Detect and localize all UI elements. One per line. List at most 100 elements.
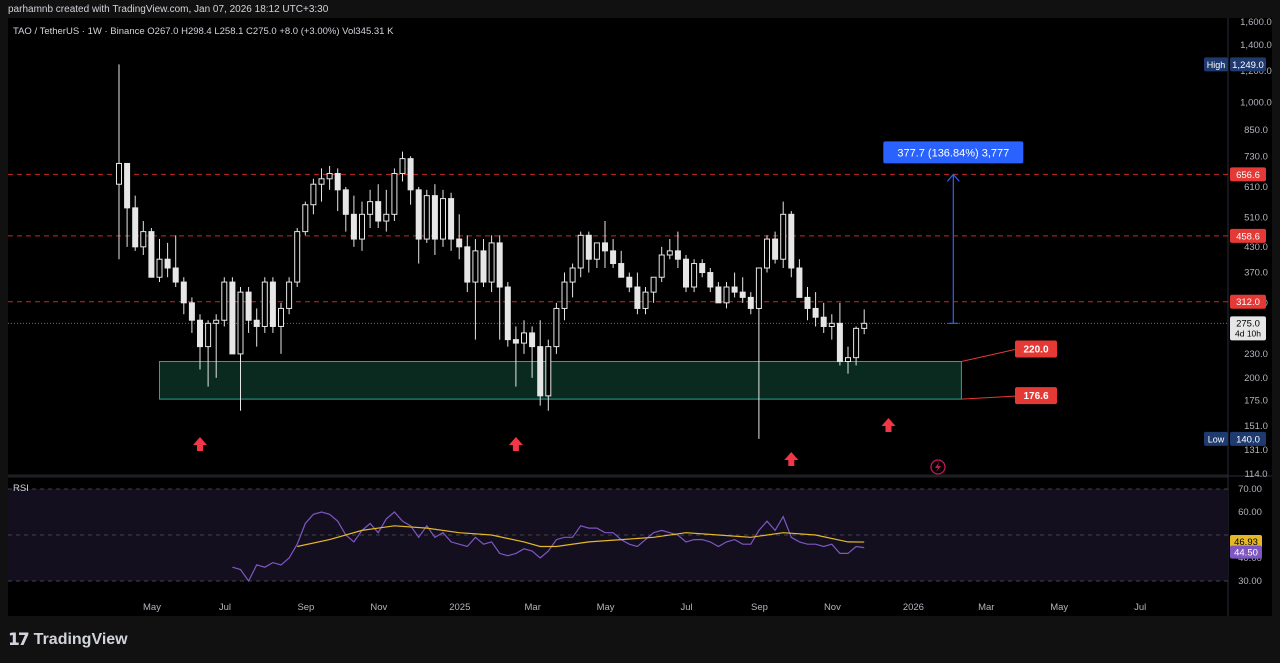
candle-body — [180, 281, 187, 304]
candle-body — [796, 267, 803, 298]
candle-body — [221, 281, 228, 321]
time-axis-label: 2025 — [449, 602, 470, 613]
candle-body — [261, 281, 268, 327]
candle-body — [715, 286, 722, 304]
candle-body — [423, 195, 430, 240]
candle-body — [577, 234, 584, 269]
candle-body — [634, 286, 641, 309]
price-tick-label: 610.0 — [1244, 182, 1268, 193]
price-tick-label: 510.0 — [1244, 213, 1268, 224]
time-axis-label: Mar — [525, 602, 541, 613]
candle-body — [496, 242, 503, 288]
candle-body — [602, 242, 608, 252]
candle-body — [780, 213, 787, 260]
candle-body — [431, 195, 438, 240]
candle-body — [156, 258, 163, 278]
candle-body — [674, 250, 681, 260]
price-tick-label: 370.0 — [1244, 268, 1268, 279]
price-tick-label: 151.0 — [1244, 421, 1268, 432]
candle-body — [172, 267, 179, 283]
level-badge-text: 656.6 — [1236, 170, 1260, 181]
candle-body — [164, 258, 171, 269]
candle-body — [229, 281, 236, 355]
candle-body — [504, 286, 511, 341]
candle-body — [764, 238, 770, 269]
candle-body — [666, 250, 673, 256]
candle-body — [148, 231, 155, 278]
tradingview-logo: 𝟭𝟳 TradingView — [8, 630, 128, 650]
rsi-value: 44.50 — [1234, 548, 1258, 559]
candle-body — [286, 281, 293, 309]
candle-body — [788, 213, 795, 269]
candle-body — [861, 322, 868, 329]
time-axis-label: Sep — [751, 602, 768, 613]
candle-body — [302, 204, 309, 233]
candle-body — [707, 272, 714, 288]
candle-body — [326, 173, 333, 180]
candle-body — [683, 258, 689, 288]
candle-body — [245, 291, 252, 321]
candle-body — [197, 319, 203, 348]
candle-body — [205, 322, 212, 348]
time-axis-label: May — [143, 602, 161, 613]
candle-body — [828, 322, 835, 327]
candle-body — [739, 291, 746, 298]
price-tick-label: 114.0 — [1244, 469, 1267, 480]
candle-body — [804, 296, 811, 309]
high-badge-value-text: 1,249.0 — [1232, 60, 1264, 71]
price-tick-label: 430.0 — [1244, 242, 1268, 253]
price-tick-label: 200.0 — [1244, 373, 1268, 384]
low-badge-value-text: 140.0 — [1236, 434, 1260, 445]
candle-body — [253, 319, 260, 327]
candle-body — [658, 254, 665, 278]
candle-body — [529, 332, 536, 348]
candle-body — [650, 276, 657, 293]
low-badge-tag-text: Low — [1208, 434, 1225, 444]
time-axis-label: Jul — [219, 602, 231, 613]
time-axis-label: May — [1050, 602, 1068, 613]
time-axis-label: Mar — [978, 602, 994, 613]
tradingview-logo-icon: 𝟭𝟳 — [8, 630, 30, 649]
price-tick-label: 1,000.0 — [1240, 97, 1272, 108]
candle-body — [545, 346, 552, 397]
candle-body — [367, 201, 374, 215]
candle-body — [731, 286, 738, 293]
candle-body — [383, 213, 390, 222]
high-badge-tag-text: High — [1207, 60, 1226, 70]
time-axis-label: Nov — [370, 602, 387, 613]
time-axis-label: May — [597, 602, 615, 613]
candle-body — [480, 250, 487, 283]
chart-canvas[interactable]: 377.7 (136.84%) 3,777 220.0 176.6 70.00 60.… — [0, 0, 1280, 663]
time-axis-label: 2026 — [903, 602, 924, 613]
tradingview-brand-text: TradingView — [33, 631, 128, 648]
chart-window: 377.7 (136.84%) 3,777 220.0 176.6 70.00 60.… — [0, 0, 1280, 663]
candle-body — [350, 213, 357, 240]
candle-body — [456, 238, 463, 248]
candle-body — [512, 339, 519, 344]
candle-body — [294, 231, 301, 283]
candle-body — [626, 276, 633, 288]
time-axis-bg — [8, 596, 1272, 616]
candle-body — [375, 201, 382, 222]
candle-body — [812, 307, 819, 318]
rsi-tick-label: 60.00 — [1238, 507, 1262, 518]
zone-top-badge-text: 220.0 — [1023, 345, 1048, 356]
candle-body — [772, 238, 779, 260]
candle-body — [278, 307, 284, 327]
rsi-indicator-label[interactable]: RSI — [13, 483, 29, 494]
candle-body — [391, 173, 398, 215]
candle-body — [845, 357, 851, 363]
candle-body — [407, 158, 414, 191]
candle-body — [561, 281, 568, 309]
candle-body — [537, 346, 544, 397]
price-tick-label: 730.0 — [1244, 151, 1268, 162]
candle-body — [699, 263, 706, 274]
time-axis-label: Jul — [681, 602, 693, 613]
candle-body — [342, 189, 349, 215]
candle-body — [853, 327, 860, 359]
candle-body — [521, 332, 527, 344]
price-pane-bg — [8, 18, 1228, 474]
candle-body — [553, 307, 560, 348]
symbol-legend[interactable]: TAO / TetherUS · 1W · Binance O267.0 H29… — [13, 26, 393, 37]
candle-body — [642, 291, 649, 309]
